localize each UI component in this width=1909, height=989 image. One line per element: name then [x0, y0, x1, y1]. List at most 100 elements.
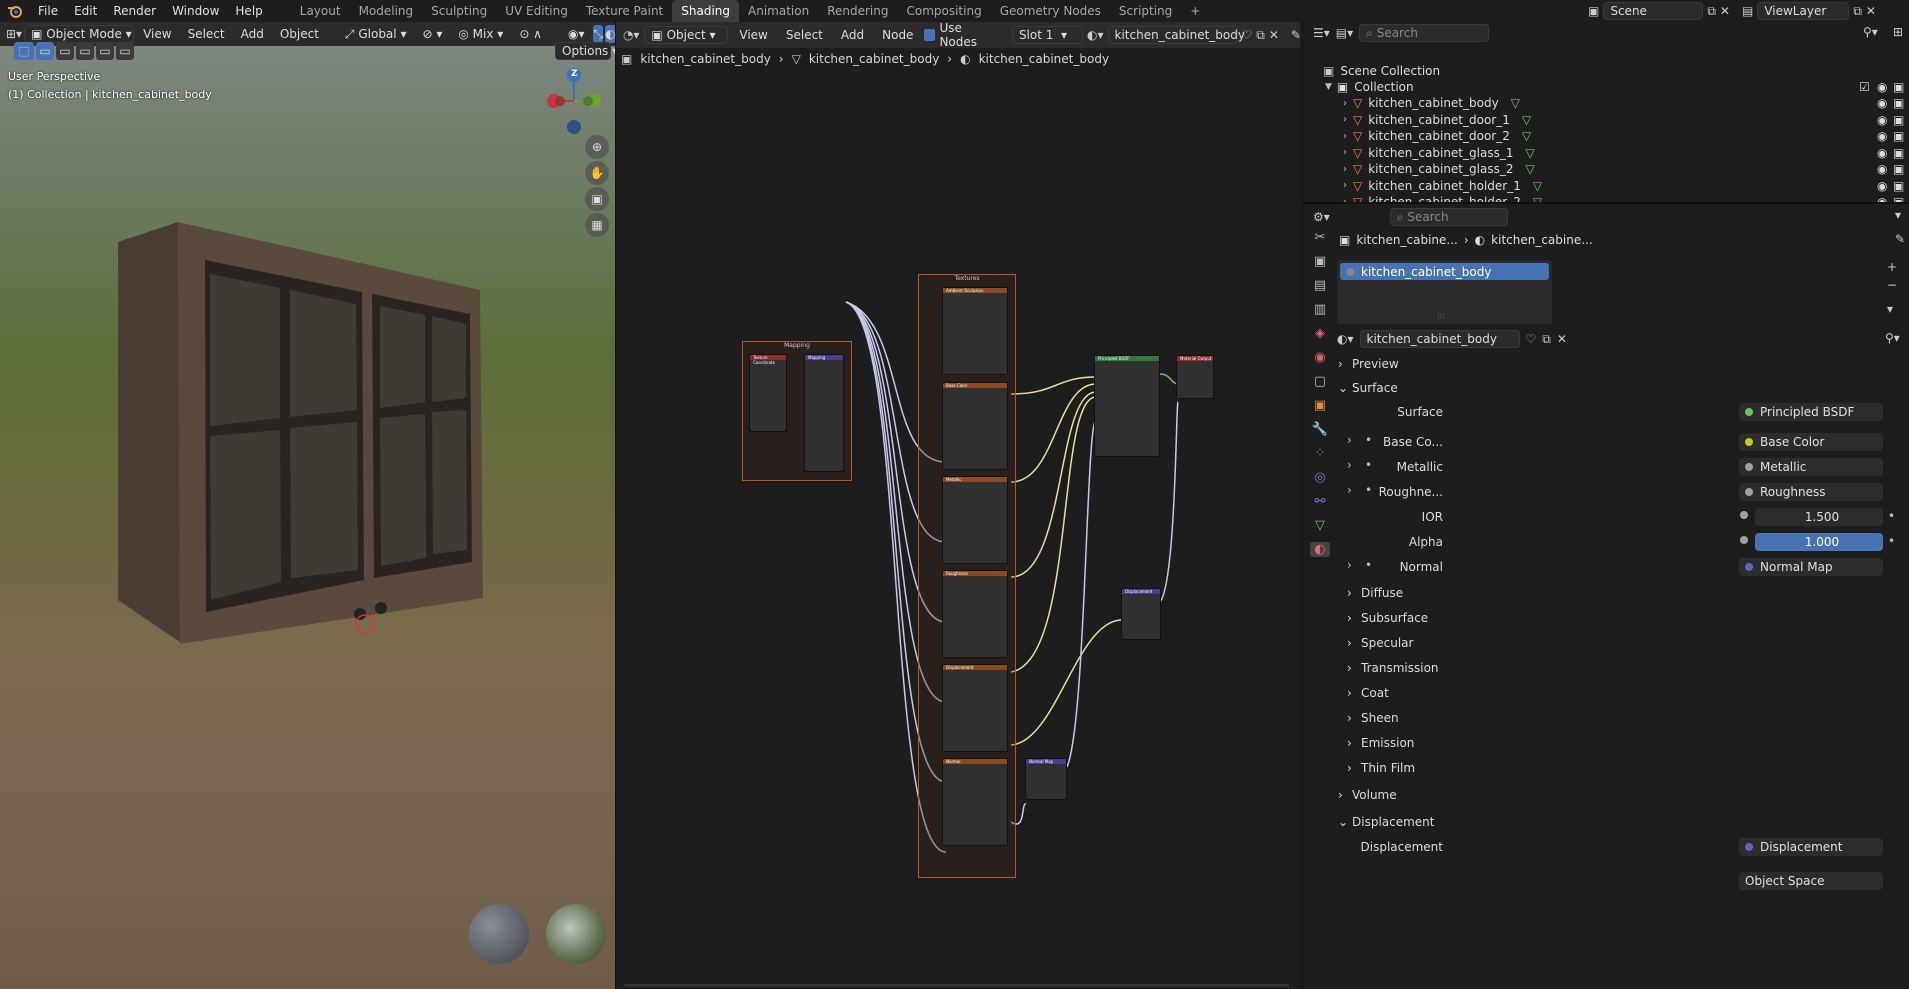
add-slot-icon[interactable]: +	[1887, 260, 1897, 274]
props-pin-icon[interactable]: ✎	[1895, 232, 1905, 246]
tab-layout[interactable]: Layout	[291, 0, 350, 22]
material-slot-list[interactable]: kitchen_cabinet_body ⁝⁝⁝	[1337, 260, 1552, 324]
tab-scripting[interactable]: Scripting	[1110, 0, 1181, 22]
tool-tab-icon[interactable]: ✂	[1315, 230, 1326, 245]
props-options-icon[interactable]: ▾	[1895, 208, 1901, 222]
panel-preview[interactable]: › Preview	[1338, 354, 1908, 374]
blender-logo-icon[interactable]	[0, 4, 30, 18]
mesh-data-icon[interactable]: ▽	[1522, 129, 1531, 143]
alpha-keyframe-icon[interactable]: •	[1888, 534, 1895, 548]
ior-socket-icon[interactable]	[1740, 511, 1748, 519]
alpha-slider[interactable]: 1.000	[1755, 533, 1883, 551]
particles-tab-icon[interactable]: ⁘	[1315, 446, 1326, 461]
outliner-item-row[interactable]: › ▽ kitchen_cabinet_glass_2 ▽ ◉ ▣	[1303, 161, 1909, 177]
expand-arrow-icon[interactable]: ›	[1343, 147, 1347, 158]
visibility-eye-icon[interactable]: ◉	[1877, 96, 1887, 110]
add-workspace-icon[interactable]: +	[1181, 0, 1209, 22]
material-fake-user-icon[interactable]: ♡	[1526, 332, 1537, 346]
metallic-expand-icon[interactable]: ›	[1347, 458, 1352, 472]
node-texture-coordinate[interactable]: Texture Coordinate	[749, 354, 787, 432]
node-image-texture-displacement[interactable]: Displacement	[942, 664, 1008, 752]
props-editor-type-icon[interactable]: ⚙▾	[1313, 210, 1330, 224]
render-camera-icon[interactable]: ▣	[1893, 146, 1904, 160]
outliner-item-label[interactable]: kitchen_cabinet_door_2	[1368, 129, 1510, 143]
render-camera-icon[interactable]: ▣	[1893, 162, 1904, 176]
metallic-field[interactable]: Metallic	[1739, 458, 1883, 476]
node-material-output[interactable]: Material Output	[1176, 355, 1214, 399]
alpha-socket-icon[interactable]	[1740, 536, 1748, 544]
outliner-editor-type-icon[interactable]: ☰▾	[1313, 26, 1330, 40]
tab-compositing[interactable]: Compositing	[897, 0, 990, 22]
material-tab-icon[interactable]: ◐	[1310, 542, 1330, 557]
view-layer-icon[interactable]: ▤	[1742, 4, 1753, 18]
panel-subsurface[interactable]: › Subsurface	[1347, 608, 1909, 628]
shader-node-editor[interactable]: ◔▾ ▣ Object ▾ View Select Add Node Use N…	[615, 22, 1300, 989]
node-mapping[interactable]: Mapping	[804, 354, 844, 472]
displacement-space-select[interactable]: Object Space	[1739, 872, 1883, 890]
expand-arrow-icon[interactable]: ›	[1343, 98, 1347, 109]
collection-checkbox-icon[interactable]: ☑	[1859, 80, 1870, 94]
ior-field[interactable]: 1.500	[1755, 508, 1883, 526]
expand-arrow-icon[interactable]: ›	[1343, 131, 1347, 142]
new-collection-icon[interactable]: ⊞	[1893, 25, 1903, 39]
outliner-item-label[interactable]: kitchen_cabinet_glass_2	[1368, 162, 1513, 176]
object-tab-icon[interactable]: ▣	[1314, 398, 1326, 413]
node-image-texture-base-color[interactable]: Base Color	[942, 382, 1008, 470]
render-camera-icon[interactable]: ▣	[1893, 179, 1904, 193]
visibility-eye-icon[interactable]: ◉	[1877, 179, 1887, 193]
props-search[interactable]: ⌕ Search	[1389, 208, 1508, 226]
render-camera-icon[interactable]: ▣	[1893, 96, 1904, 110]
material-unlink-icon[interactable]: ✕	[1557, 332, 1567, 346]
tab-modeling[interactable]: Modeling	[350, 0, 423, 22]
base-color-expand-icon[interactable]: ›	[1347, 433, 1352, 447]
node-image-texture-ao[interactable]: Ambient Occlusion	[942, 287, 1008, 375]
tab-animation[interactable]: Animation	[739, 0, 818, 22]
outliner-filter-icon[interactable]: ⚲▾	[1863, 25, 1878, 39]
mesh-data-icon[interactable]: ▽	[1522, 113, 1531, 127]
browse-material-icon[interactable]: ◐▾	[1337, 332, 1354, 346]
remove-slot-icon[interactable]: −	[1887, 278, 1897, 292]
node-displacement[interactable]: Displacement	[1121, 588, 1161, 640]
scene-field[interactable]: Scene	[1603, 2, 1704, 20]
slot-list-resize-icon[interactable]: ⁝⁝⁝	[1437, 312, 1445, 321]
delete-view-layer-icon[interactable]: ✕	[1866, 4, 1876, 18]
collection-expand-icon[interactable]: ▼	[1325, 82, 1332, 92]
base-color-field[interactable]: Base Color	[1739, 433, 1883, 451]
roughness-expand-icon[interactable]: ›	[1347, 483, 1352, 497]
tab-shading[interactable]: Shading	[672, 0, 739, 22]
new-scene-icon[interactable]: ⧉	[1707, 4, 1716, 19]
outliner-item-row[interactable]: › ▽ kitchen_cabinet_holder_1 ▽ ◉ ▣	[1303, 178, 1909, 194]
normal-field[interactable]: Normal Map	[1739, 558, 1883, 576]
expand-arrow-icon[interactable]: ›	[1343, 114, 1347, 125]
scene-tab-icon[interactable]: ◈	[1315, 326, 1325, 341]
displacement-field[interactable]: Displacement	[1739, 838, 1883, 856]
panel-transmission[interactable]: › Transmission	[1347, 658, 1909, 678]
menu-window[interactable]: Window	[164, 0, 227, 22]
outliner-item-label[interactable]: kitchen_cabinet_door_1	[1368, 113, 1510, 127]
outliner-item-row[interactable]: › ▽ kitchen_cabinet_glass_1 ▽ ◉ ▣	[1303, 145, 1909, 161]
panel-thin-film[interactable]: › Thin Film	[1347, 758, 1909, 778]
modifier-tab-icon[interactable]: 🔧	[1312, 422, 1328, 437]
node-principled-bsdf[interactable]: Principled BSDF	[1094, 355, 1160, 457]
panel-emission[interactable]: › Emission	[1347, 733, 1909, 753]
new-view-layer-icon[interactable]: ⧉	[1853, 4, 1862, 19]
material-duplicate-icon[interactable]: ⧉	[1542, 332, 1551, 347]
world-tab-icon[interactable]: ◉	[1314, 350, 1325, 365]
menu-edit[interactable]: Edit	[66, 0, 105, 22]
tab-texture-paint[interactable]: Texture Paint	[577, 0, 672, 22]
panel-displacement[interactable]: ⌄ Displacement	[1338, 812, 1908, 832]
tab-rendering[interactable]: Rendering	[818, 0, 897, 22]
tab-sculpting[interactable]: Sculpting	[422, 0, 496, 22]
collection-row[interactable]: ▼ ▣ Collection ☑ ◉ ▣	[1303, 79, 1909, 95]
tab-geometry-nodes[interactable]: Geometry Nodes	[991, 0, 1110, 22]
physics-tab-icon[interactable]: ◎	[1314, 470, 1325, 485]
visibility-eye-icon[interactable]: ◉	[1877, 146, 1887, 160]
scene-collection-row[interactable]: ▣ Scene Collection	[1303, 63, 1909, 79]
delete-scene-icon[interactable]: ✕	[1720, 4, 1730, 18]
normal-expand-icon[interactable]: ›	[1347, 558, 1352, 572]
collection-tab-icon[interactable]: ▢	[1314, 374, 1326, 389]
view-layer-tab-icon[interactable]: ▥	[1314, 302, 1326, 317]
display-mode-icon[interactable]: ▤▾	[1336, 26, 1353, 40]
render-camera-icon[interactable]: ▣	[1893, 113, 1904, 127]
visibility-eye-icon[interactable]: ◉	[1877, 113, 1887, 127]
